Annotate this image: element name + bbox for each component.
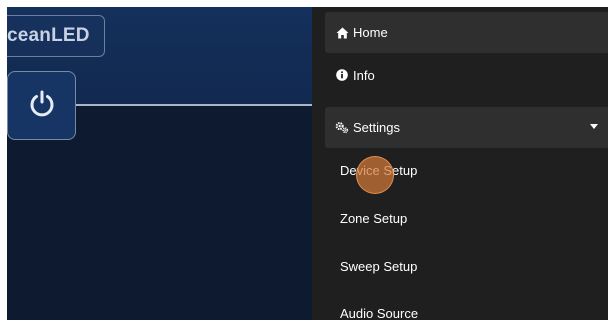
home-icon <box>335 26 349 40</box>
nav-item-info[interactable]: Info <box>325 55 608 95</box>
brand-logo: ceanLED <box>7 15 105 57</box>
app-frame: ceanLED Home Info Settings Device Setup … <box>0 0 608 320</box>
submenu-item-label: Device Setup <box>340 162 418 178</box>
nav-sidebar: Home Info Settings Device Setup Zone Set… <box>312 7 608 320</box>
submenu-item-label: Zone Setup <box>340 210 408 226</box>
submenu-item-zone-setup[interactable]: Zone Setup <box>325 196 608 240</box>
main-panel: ceanLED <box>7 7 312 320</box>
submenu-item-label: Sweep Setup <box>340 258 418 274</box>
submenu-item-sweep-setup[interactable]: Sweep Setup <box>325 244 608 288</box>
power-icon <box>27 88 57 123</box>
nav-item-home-label: Home <box>353 25 388 40</box>
gears-icon <box>335 121 349 135</box>
nav-item-home[interactable]: Home <box>325 12 608 53</box>
nav-item-info-label: Info <box>353 67 375 83</box>
header-divider <box>76 104 312 106</box>
submenu-item-label: Audio Source <box>340 305 419 320</box>
info-icon <box>335 68 349 82</box>
chevron-down-icon <box>590 124 598 129</box>
nav-item-settings[interactable]: Settings <box>325 107 608 148</box>
power-button[interactable] <box>7 71 76 140</box>
submenu-item-device-setup[interactable]: Device Setup <box>325 148 608 192</box>
nav-item-settings-label: Settings <box>353 120 400 135</box>
submenu-item-audio-source[interactable]: Audio Source <box>325 291 608 320</box>
